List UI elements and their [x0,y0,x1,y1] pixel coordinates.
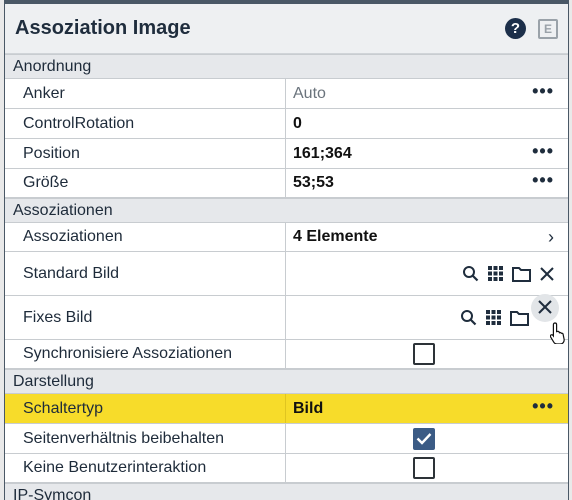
properties-panel: Assoziation Image ? E Anordnung Anker Au… [4,0,569,500]
row-value[interactable] [286,340,568,368]
row-value[interactable]: Bild ••• [286,394,568,423]
more-options-icon[interactable]: ••• [532,142,554,162]
row-synchronisiere[interactable]: Synchronisiere Assoziationen [5,340,568,369]
row-label: Synchronisiere Assoziationen [5,340,286,368]
close-icon[interactable] [540,266,554,281]
more-options-icon[interactable]: ••• [532,171,554,191]
edit-icon[interactable]: E [538,18,558,39]
schaltertyp-value: Bild [293,399,324,417]
row-groesse[interactable]: Größe 53;53 ••• [5,169,568,198]
keine-interaktion-checkbox[interactable] [412,457,435,479]
row-seitenverhaeltnis[interactable]: Seitenverhältnis beibehalten [5,424,568,454]
row-position[interactable]: Position 161;364 ••• [5,139,568,169]
row-anker[interactable]: Anker Auto ••• [5,79,568,109]
grid-icon[interactable] [488,266,503,281]
sync-checkbox[interactable] [412,343,435,365]
section-anordnung[interactable]: Anordnung [5,54,568,79]
row-label: Position [5,139,286,168]
row-value[interactable] [286,252,568,295]
assoziationen-value: 4 Elemente [293,228,378,245]
row-label: Keine Benutzerinteraktion [5,454,286,482]
rotation-value: 0 [293,114,302,132]
close-button-hover[interactable] [531,293,565,344]
search-icon[interactable] [460,309,477,326]
row-label: ControlRotation [5,109,286,138]
chevron-right-icon[interactable]: › [548,227,554,248]
row-label: Anker [5,79,286,108]
row-keine-benutzerinteraktion[interactable]: Keine Benutzerinteraktion [5,454,568,483]
hand-cursor-icon [550,321,565,344]
row-label: Standard Bild [5,252,286,295]
row-label: Schaltertyp [5,394,286,423]
title-bar: Assoziation Image ? E [5,4,568,54]
seitenverhaeltnis-checkbox[interactable] [412,427,435,450]
row-label: Assoziationen [5,223,286,251]
close-icon[interactable] [538,299,552,314]
folder-icon[interactable] [510,310,529,326]
panel-title: Assoziation Image [15,17,191,39]
section-assoziationen[interactable]: Assoziationen [5,198,568,223]
check-icon [416,433,431,445]
row-standard-bild[interactable]: Standard Bild [5,252,568,296]
row-value[interactable]: 0 [286,109,568,138]
folder-icon[interactable] [512,266,531,282]
help-icon[interactable]: ? [505,18,526,39]
row-value[interactable] [286,454,568,482]
row-value[interactable]: 4 Elemente › [286,223,568,251]
row-schaltertyp[interactable]: Schaltertyp Bild ••• [5,394,568,424]
row-value[interactable]: Auto ••• [286,79,568,108]
position-value: 161;364 [293,144,352,162]
more-options-icon[interactable]: ••• [532,397,554,417]
row-label: Größe [5,169,286,197]
anker-value: Auto [293,84,326,102]
row-label: Seitenverhältnis beibehalten [5,424,286,453]
row-assoziationen[interactable]: Assoziationen 4 Elemente › [5,223,568,252]
search-icon[interactable] [462,265,479,282]
row-control-rotation[interactable]: ControlRotation 0 [5,109,568,139]
row-value[interactable]: 53;53 ••• [286,169,568,197]
groesse-value: 53;53 [293,174,334,191]
row-label: Fixes Bild [5,296,286,339]
row-fixes-bild[interactable]: Fixes Bild [5,293,568,344]
grid-icon[interactable] [486,310,501,325]
section-darstellung[interactable]: Darstellung [5,369,568,394]
more-options-icon[interactable]: ••• [532,82,554,102]
row-value[interactable] [286,293,568,344]
section-ipsymcon[interactable]: IP-Symcon [5,483,568,500]
row-value[interactable] [286,424,568,453]
row-value[interactable]: 161;364 ••• [286,139,568,168]
